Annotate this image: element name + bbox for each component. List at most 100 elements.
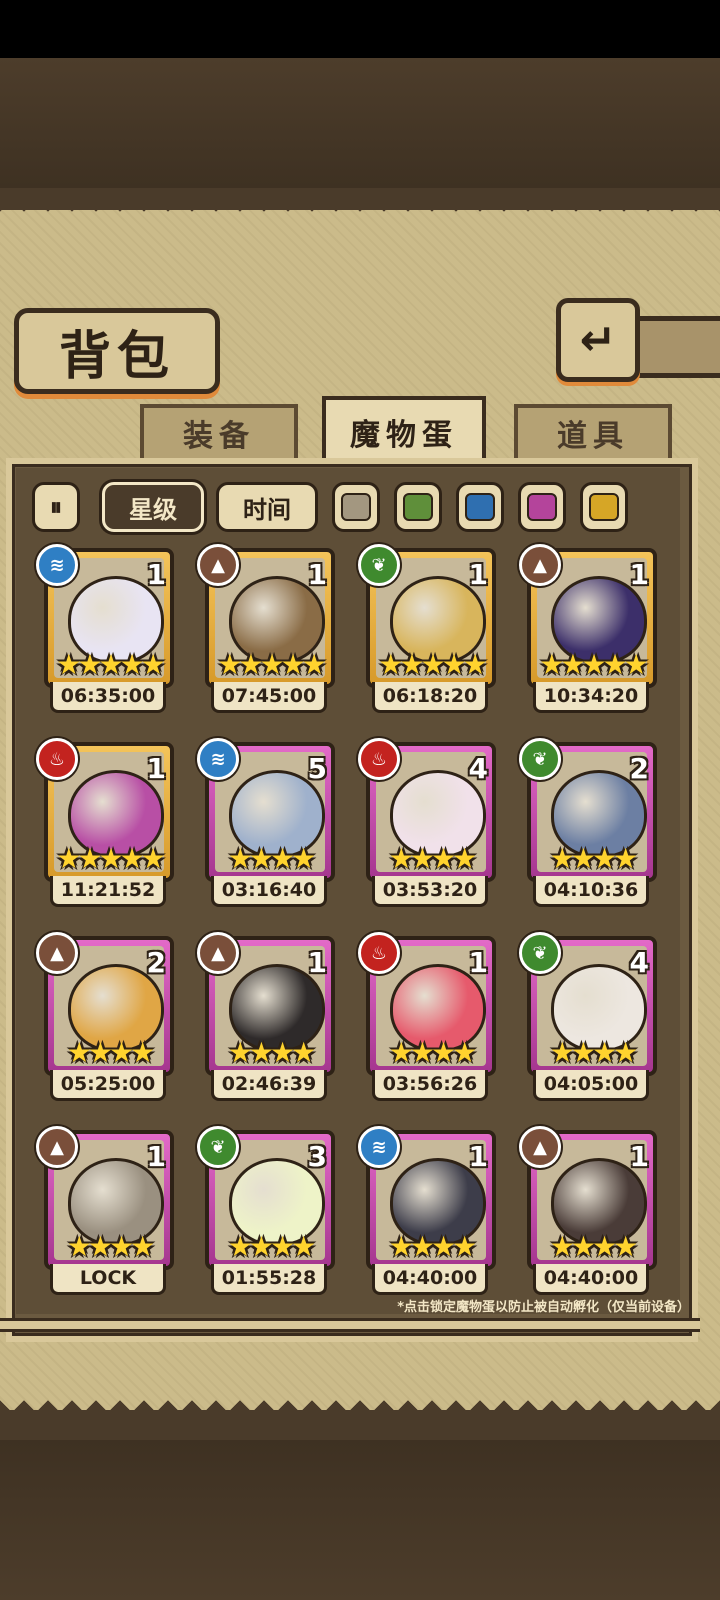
egg-level: 3 <box>307 1140 327 1173</box>
nature-element-icon: ❦ <box>519 932 561 974</box>
egg-card[interactable]: 1 ★★★★ ▲ LOCK <box>36 1126 176 1295</box>
water-element-icon: ≋ <box>197 738 239 780</box>
star-rating: ★★★★★ <box>56 842 166 875</box>
water-element-icon: ≋ <box>358 1126 400 1168</box>
star-rating: ★★★★ <box>227 842 316 875</box>
hatch-timer: 03:53:20 <box>372 876 488 907</box>
hatch-timer: 04:40:00 <box>533 1264 649 1295</box>
filter-purple-button[interactable] <box>518 482 566 532</box>
star-rating: ★★★★★ <box>56 648 166 681</box>
egg-card[interactable]: 1 ★★★★★ ▲ 07:45:00 <box>197 544 337 713</box>
hatch-timer: 04:40:00 <box>372 1264 488 1295</box>
egg-card[interactable]: 1 ★★★★★ ≋ 06:35:00 <box>36 544 176 713</box>
hatch-timer: 10:34:20 <box>533 682 649 713</box>
star-rating: ★★★★ <box>66 1230 155 1263</box>
egg-card[interactable]: 1 ★★★★ ▲ 04:40:00 <box>519 1126 659 1295</box>
egg-card[interactable]: 5 ★★★★ ≋ 03:16:40 <box>197 738 337 907</box>
egg-level: 2 <box>146 946 166 979</box>
filter-bar: ⏸ 星级 时间 <box>32 482 672 532</box>
egg-card[interactable]: 1 ★★★★★ ▲ 10:34:20 <box>519 544 659 713</box>
filter-green-button[interactable] <box>394 482 442 532</box>
egg-card[interactable]: 4 ★★★★ ❦ 04:05:00 <box>519 932 659 1101</box>
egg-level: 4 <box>468 752 488 785</box>
tab-label: 装备 <box>183 419 255 454</box>
egg-level: 1 <box>468 1140 488 1173</box>
earth-element-icon: ▲ <box>519 544 561 586</box>
hatch-timer: 03:56:26 <box>372 1070 488 1101</box>
star-rating: ★★★★ <box>66 1036 155 1069</box>
egg-card[interactable]: 1 ★★★★ ≋ 04:40:00 <box>358 1126 498 1295</box>
hatch-timer: 03:16:40 <box>211 876 327 907</box>
filter-grey-button[interactable] <box>332 482 380 532</box>
egg-card[interactable]: 2 ★★★★ ▲ 05:25:00 <box>36 932 176 1101</box>
earth-element-icon: ▲ <box>197 544 239 586</box>
hatch-timer: 04:05:00 <box>533 1070 649 1101</box>
hatch-timer: 06:18:20 <box>372 682 488 713</box>
egg-grid: 1 ★★★★★ ≋ 06:35:00 1 ★★★★★ ▲ 07:45:00 1 ★★★★★ ❦ 06:… <box>36 544 676 1298</box>
egg-level: 1 <box>629 1140 649 1173</box>
star-rating: ★★★★ <box>388 1036 477 1069</box>
nature-element-icon: ❦ <box>197 1126 239 1168</box>
color-swatch <box>589 493 619 521</box>
torn-edge-bottom <box>0 1400 720 1424</box>
earth-element-icon: ▲ <box>519 1126 561 1168</box>
filter-gold-button[interactable] <box>580 482 628 532</box>
egg-card[interactable]: 3 ★★★★ ❦ 01:55:28 <box>197 1126 337 1295</box>
star-rating: ★★★★ <box>549 1036 638 1069</box>
egg-level: 1 <box>146 1140 166 1173</box>
earth-element-icon: ▲ <box>36 1126 78 1168</box>
star-rating: ★★★★ <box>388 842 477 875</box>
fire-element-icon: ♨ <box>358 738 400 780</box>
tab-items[interactable]: 道具 <box>514 404 672 458</box>
water-element-icon: ≋ <box>36 544 78 586</box>
egg-card[interactable]: 1 ★★★★★ ❦ 06:18:20 <box>358 544 498 713</box>
panel-bottom-rail <box>0 1318 700 1332</box>
egg-card[interactable]: 1 ★★★★ ♨ 03:56:26 <box>358 932 498 1101</box>
torn-edge-top <box>0 188 720 212</box>
star-rating: ★★★★ <box>227 1036 316 1069</box>
nature-element-icon: ❦ <box>358 544 400 586</box>
egg-level: 1 <box>146 558 166 591</box>
lock-hint-text: *点击锁定魔物蛋以防止被自动孵化（仅当前设备） <box>397 1300 690 1315</box>
hatch-timer: 04:10:36 <box>533 876 649 907</box>
sort-by-star-label: 星级 <box>129 495 177 524</box>
hatch-timer: LOCK <box>50 1264 166 1295</box>
fire-element-icon: ♨ <box>358 932 400 974</box>
sort-by-star-button[interactable]: 星级 <box>102 482 204 532</box>
egg-level: 1 <box>146 752 166 785</box>
tab-equipment[interactable]: 装备 <box>140 404 298 458</box>
star-rating: ★★★★★ <box>378 648 488 681</box>
nature-element-icon: ❦ <box>519 738 561 780</box>
star-rating: ★★★★ <box>549 1230 638 1263</box>
tab-monster-eggs[interactable]: 魔物蛋 <box>322 396 486 464</box>
page-title-plate: 背包 <box>14 308 220 394</box>
egg-card[interactable]: 4 ★★★★ ♨ 03:53:20 <box>358 738 498 907</box>
egg-level: 1 <box>468 558 488 591</box>
egg-card[interactable]: 1 ★★★★ ▲ 02:46:39 <box>197 932 337 1101</box>
egg-level: 1 <box>307 946 327 979</box>
hatch-timer: 07:45:00 <box>211 682 327 713</box>
egg-card[interactable]: 1 ★★★★★ ♨ 11:21:52 <box>36 738 176 907</box>
color-swatch <box>403 493 433 521</box>
page-title: 背包 <box>58 325 175 387</box>
egg-level: 5 <box>307 752 327 785</box>
earth-element-icon: ▲ <box>36 932 78 974</box>
star-rating: ★★★★★ <box>217 648 327 681</box>
status-bar <box>0 0 720 58</box>
hatch-timer: 06:35:00 <box>50 682 166 713</box>
color-swatch <box>341 493 371 521</box>
back-button-rail <box>630 316 720 378</box>
sort-toggle-button[interactable]: ⏸ <box>32 482 80 532</box>
egg-level: 1 <box>629 558 649 591</box>
color-swatch <box>465 493 495 521</box>
egg-card[interactable]: 2 ★★★★ ❦ 04:10:36 <box>519 738 659 907</box>
egg-level: 4 <box>629 946 649 979</box>
back-button[interactable]: ↵ <box>556 298 640 382</box>
hatch-timer: 02:46:39 <box>211 1070 327 1101</box>
map-background-bottom <box>0 1440 720 1600</box>
star-rating: ★★★★ <box>388 1230 477 1263</box>
star-rating: ★★★★ <box>549 842 638 875</box>
filter-blue-button[interactable] <box>456 482 504 532</box>
return-arrow-icon: ↵ <box>579 314 617 366</box>
sort-by-time-button[interactable]: 时间 <box>216 482 318 532</box>
